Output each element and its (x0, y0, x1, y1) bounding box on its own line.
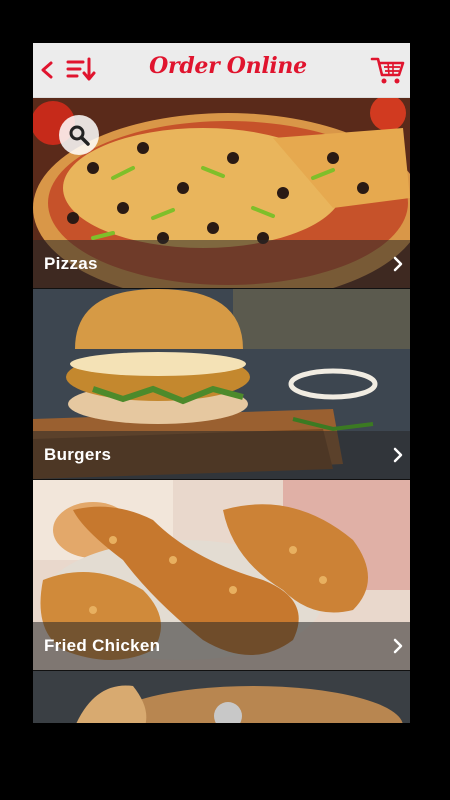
back-button[interactable] (37, 57, 59, 83)
category-card-pizzas[interactable]: Pizzas (33, 98, 410, 289)
chevron-right-icon (393, 447, 403, 463)
category-card-burgers[interactable]: Burgers (33, 289, 410, 480)
shopping-cart-icon (370, 57, 405, 84)
chevron-left-icon (41, 61, 53, 79)
chevron-right-icon (393, 638, 403, 654)
category-card-partial[interactable] (33, 671, 410, 723)
category-label-bar: Burgers (33, 431, 410, 479)
category-label: Pizzas (44, 254, 98, 273)
chevron-right-icon (393, 256, 403, 272)
app-screen: Order Online Pizzas Burgers Fried Chicke… (33, 43, 410, 723)
search-icon (69, 125, 90, 146)
cart-button[interactable] (370, 55, 406, 85)
sort-descending-icon (66, 57, 96, 81)
category-label-bar: Fried Chicken (33, 622, 410, 670)
sort-button[interactable] (66, 56, 96, 84)
category-list: Pizzas Burgers Fried Chicken (33, 98, 410, 723)
category-card-fried-chicken[interactable]: Fried Chicken (33, 480, 410, 671)
search-button[interactable] (59, 115, 99, 155)
page-title: Order Online (149, 53, 307, 79)
top-app-bar: Order Online (33, 43, 410, 98)
food-image (33, 671, 410, 723)
category-label-bar: Pizzas (33, 240, 410, 288)
category-label: Fried Chicken (44, 636, 161, 655)
category-label: Burgers (44, 445, 112, 464)
